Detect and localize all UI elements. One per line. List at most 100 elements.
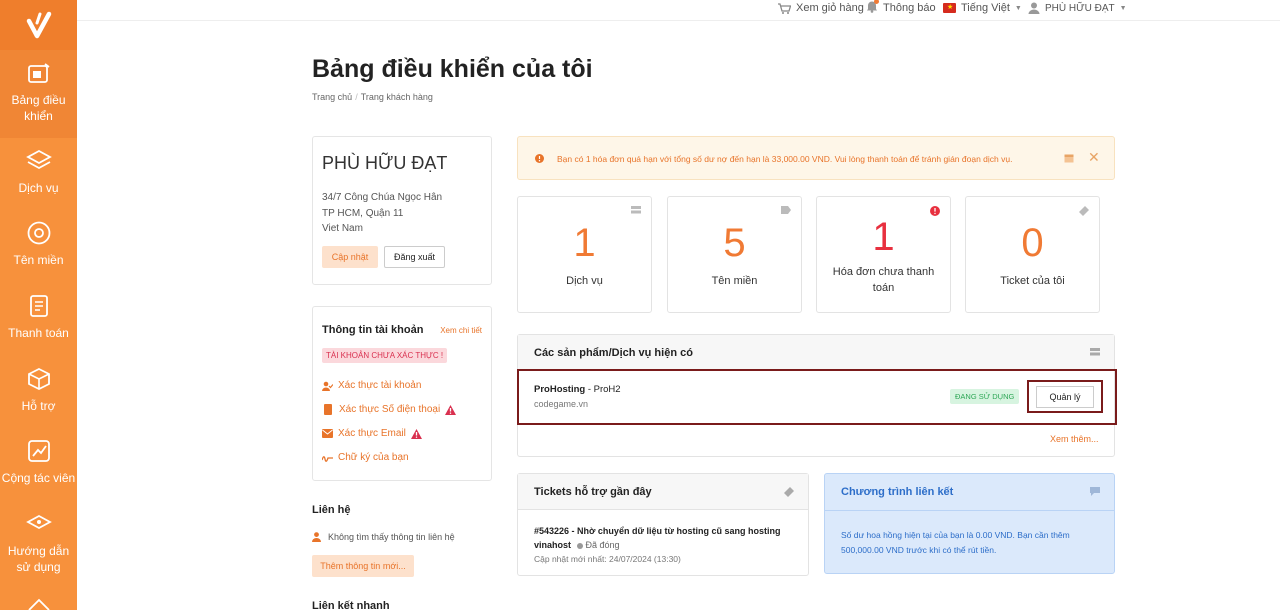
topbar: Xem giỏ hàng Thông báo ★ Tiếng Việt ▼ PH… [77, 0, 1280, 21]
products-title: Các sản phẩm/Dịch vụ hiện có [534, 347, 693, 359]
stat-unpaid-invoices[interactable]: 1 Hóa đơn chưa thanh toán [816, 196, 951, 313]
affiliate-icon [27, 440, 50, 462]
verify-email-link[interactable]: Xác thực Email [322, 428, 422, 439]
sidebar-item-label: Cộng tác viên [1, 471, 76, 485]
logo[interactable] [0, 0, 77, 50]
affiliate-text: Số dư hoa hồng hiện tại của bạn là 0.00 … [841, 530, 1070, 555]
sidebar-item-label: Tên miền [13, 253, 64, 267]
breadcrumb-current: Trang khách hàng [360, 92, 433, 102]
signature-link[interactable]: Chữ ký của bạn [322, 452, 409, 463]
stat-label: Ticket của tôi [1000, 275, 1065, 287]
verify-phone-label: Xác thực Số điện thoại [339, 404, 441, 415]
address-line: TP HCM, Quận 11 [322, 208, 404, 219]
tag-icon [781, 206, 791, 214]
breadcrumb-home[interactable]: Trang chủ [312, 92, 352, 102]
cart-icon [778, 3, 791, 14]
unverified-badge: TÀI KHOẢN CHƯA XÁC THỰC ! [322, 348, 448, 363]
language-label: Tiếng Việt [961, 2, 1010, 14]
stat-label: Hóa đơn chưa thanh toán [832, 266, 935, 294]
ticket-item[interactable]: #543226 - Nhờ chuyển dữ liệu từ hosting … [534, 524, 784, 552]
calendar-icon[interactable] [1064, 153, 1074, 163]
status-dot-icon [576, 542, 583, 549]
verify-phone-link[interactable]: Xác thực Số điện thoại [322, 404, 457, 415]
affiliate-panel: Chương trình liên kết Số dư hoa hồng hiệ… [824, 473, 1115, 574]
status-badge: ĐANG SỬ DỤNG [950, 389, 1020, 404]
envelope-icon [322, 429, 333, 438]
brand-logo-icon [26, 11, 51, 39]
chevron-down-icon: ▼ [1119, 4, 1127, 12]
sidebar-item-label: Thanh toán [8, 326, 69, 340]
page-title: Bảng điều khiển của tôi [312, 55, 593, 83]
product-row[interactable]: ProHosting - ProH2 codegame.vn ĐANG SỬ D… [517, 369, 1117, 425]
product-domain: codegame.vn [534, 399, 589, 409]
comment-icon [1090, 487, 1100, 496]
sidebar-item-dashboard[interactable]: Bảng điều khiển [0, 50, 77, 138]
contact-title: Liên hệ [312, 504, 351, 516]
cart-link[interactable]: Xem giỏ hàng [777, 1, 864, 15]
user-name: PHÙ HỮU ĐẠT [1045, 2, 1115, 14]
sidebar-item-domains[interactable]: Tên miền [0, 220, 77, 268]
see-more-link[interactable]: Xem thêm... [1050, 434, 1099, 444]
product-name: ProHosting - ProH2 [534, 384, 621, 395]
quicklinks-title: Liên kết nhanh [312, 600, 390, 610]
ticket-icon [1079, 206, 1089, 216]
add-contact-button[interactable]: Thêm thông tin mới... [312, 555, 414, 577]
verify-account-label: Xác thực tài khoản [338, 380, 422, 391]
tickets-title: Tickets hỗ trợ gần đây [534, 486, 652, 498]
support-icon [27, 367, 50, 391]
tickets-header: Tickets hỗ trợ gần đây [518, 474, 808, 510]
affiliate-title: Chương trình liên kết [841, 486, 954, 498]
server-icon [1090, 348, 1100, 356]
sidebar-item-support[interactable]: Hỗ trợ [0, 366, 77, 414]
account-details-link[interactable]: Xem chi tiết [440, 326, 482, 335]
product-title: ProHosting [534, 384, 586, 395]
ticket-icon [784, 487, 794, 497]
product-plan: - ProH2 [585, 384, 621, 395]
guide-icon [25, 514, 52, 530]
affiliate-header: Chương trình liên kết [825, 474, 1114, 511]
sidebar-item-services[interactable]: Dịch vụ [0, 148, 77, 196]
account-card: Thông tin tài khoản Xem chi tiết TÀI KHO… [312, 306, 492, 481]
warning-icon [410, 428, 422, 439]
dashboard-icon [27, 63, 50, 83]
sidebar-item-label: Bảng điều khiển [11, 93, 66, 123]
layers-icon [25, 149, 52, 170]
notifications-label: Thông báo [883, 2, 936, 14]
ticket-subject: #543226 - Nhờ chuyển dữ liệu từ hosting … [534, 526, 781, 550]
stat-services[interactable]: 1 Dịch vụ [517, 196, 652, 313]
logout-button[interactable]: Đăng xuất [384, 246, 445, 268]
signature-label: Chữ ký của bạn [338, 452, 409, 463]
language-select[interactable]: ★ Tiếng Việt ▼ [943, 1, 1022, 15]
stat-value: 5 [723, 221, 746, 265]
user-icon [1028, 2, 1040, 14]
phone-icon [324, 404, 332, 415]
stat-value: 1 [573, 221, 596, 265]
stat-value: 0 [1021, 221, 1044, 265]
update-profile-button[interactable]: Cập nhật [322, 246, 378, 268]
stat-tickets[interactable]: 0 Ticket của tôi [965, 196, 1100, 313]
stat-label: Dịch vụ [566, 275, 603, 287]
sidebar-item-label: Hỗ trợ [21, 399, 56, 413]
verify-account-link[interactable]: Xác thực tài khoản [322, 380, 421, 391]
address-line: Viet Nam [322, 223, 363, 234]
user-menu[interactable]: PHÙ HỮU ĐẠT ▼ [1028, 1, 1127, 15]
ticket-status-label: Đã đóng [585, 540, 620, 550]
manage-button[interactable]: Quản lý [1027, 380, 1103, 413]
notifications-link[interactable]: Thông báo [866, 0, 936, 15]
stat-domains[interactable]: 5 Tên miền [667, 196, 802, 313]
profile-name: PHÙ HỮU ĐẠT [322, 153, 448, 173]
invoice-icon [29, 295, 48, 317]
chevron-down-icon: ▼ [1014, 4, 1022, 12]
sidebar-item-billing[interactable]: Thanh toán [0, 293, 77, 341]
globe-icon [27, 221, 50, 245]
sidebar-item-guide[interactable]: Hướng dẫn sử dụng [0, 511, 77, 575]
user-icon [312, 532, 321, 542]
cart-label: Xem giỏ hàng [796, 2, 864, 14]
warning-icon [445, 404, 457, 415]
sidebar-item-label: Hướng dẫn sử dụng [7, 544, 70, 574]
user-check-icon [322, 381, 333, 391]
ticket-updated: Cập nhật mới nhất: 24/07/2024 (13:30) [534, 554, 681, 564]
close-icon[interactable]: ✕ [1088, 149, 1100, 166]
sidebar-item-affiliate[interactable]: Cộng tác viên [0, 438, 77, 486]
sidebar-more [0, 596, 77, 610]
